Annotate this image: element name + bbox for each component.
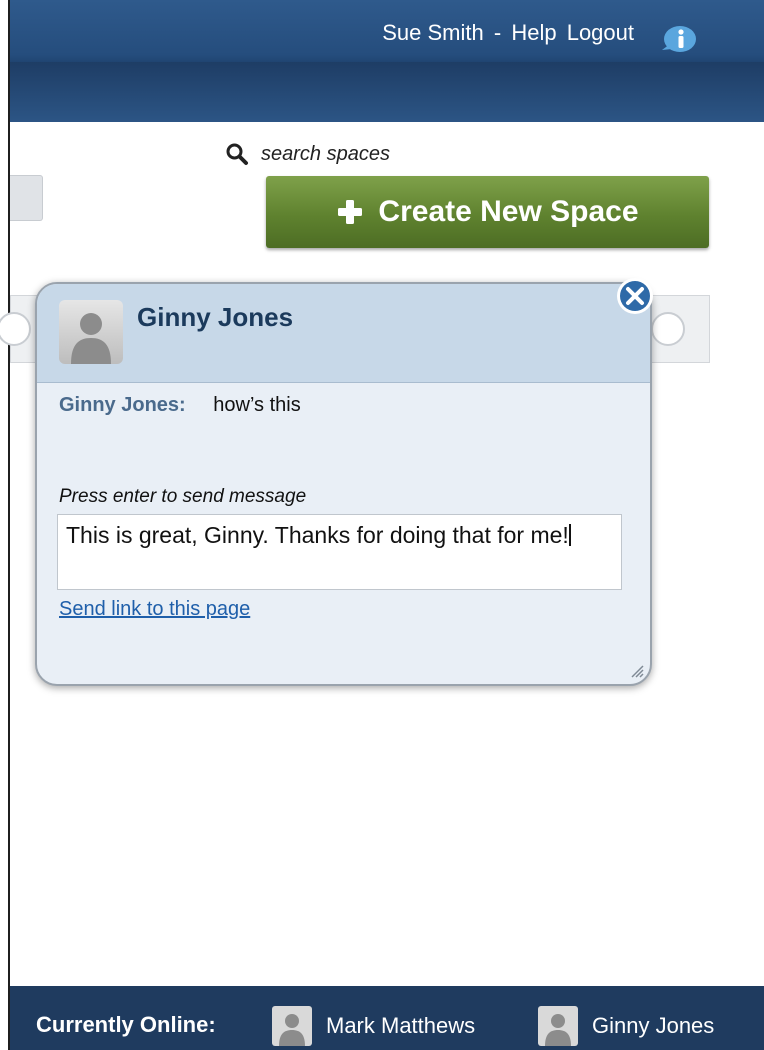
search-box[interactable] [215,134,701,172]
online-bar: Currently Online: Mark Matthews Ginny Jo… [10,986,764,1050]
logout-link[interactable]: Logout [567,20,634,45]
window-border [8,0,10,1050]
create-new-space-button[interactable]: Create New Space [266,176,709,248]
user-links: Sue Smith - Help Logout [378,20,634,46]
message-input[interactable]: This is great, Ginny. Thanks for doing t… [57,514,622,590]
chat-header: Ginny Jones [37,284,650,383]
search-icon [226,143,248,165]
user-name[interactable]: Sue Smith [382,20,484,45]
online-user-name: Ginny Jones [592,1013,715,1038]
top-header [10,0,764,172]
search-input[interactable] [259,140,683,168]
close-icon[interactable] [615,276,655,316]
online-user[interactable]: Mark Matthews [272,1006,475,1046]
send-link-to-page[interactable]: Send link to this page [59,598,250,621]
chat-contact-name: Ginny Jones [137,302,294,332]
help-link[interactable]: Help [511,20,556,45]
message-draft: This is great, Ginny. Thanks for doing t… [66,522,569,548]
separator: - [493,20,502,45]
plus-icon [338,200,363,224]
collapsed-panel-tab[interactable] [10,175,43,221]
send-hint: Press enter to send message [59,486,307,507]
chat-window: Ginny Jones Ginny Jones: how’s this Pres… [35,282,652,686]
online-user[interactable]: Ginny Jones [538,1006,714,1046]
chat-message: Ginny Jones: how’s this [59,394,301,417]
message-text: how’s this [213,394,301,416]
background-radio [0,312,31,346]
text-cursor [568,524,571,546]
message-sender: Ginny Jones: [59,394,186,416]
avatar-icon [272,1006,312,1046]
background-radio [651,312,685,346]
header-search-bar [10,62,764,172]
create-new-space-label: Create New Space [378,195,639,228]
avatar-icon [59,300,123,364]
resize-handle-icon[interactable] [630,664,644,678]
info-bubble-icon[interactable] [658,24,698,56]
online-label: Currently Online: [36,1012,216,1037]
avatar-icon [538,1006,578,1046]
online-user-name: Mark Matthews [326,1013,476,1038]
